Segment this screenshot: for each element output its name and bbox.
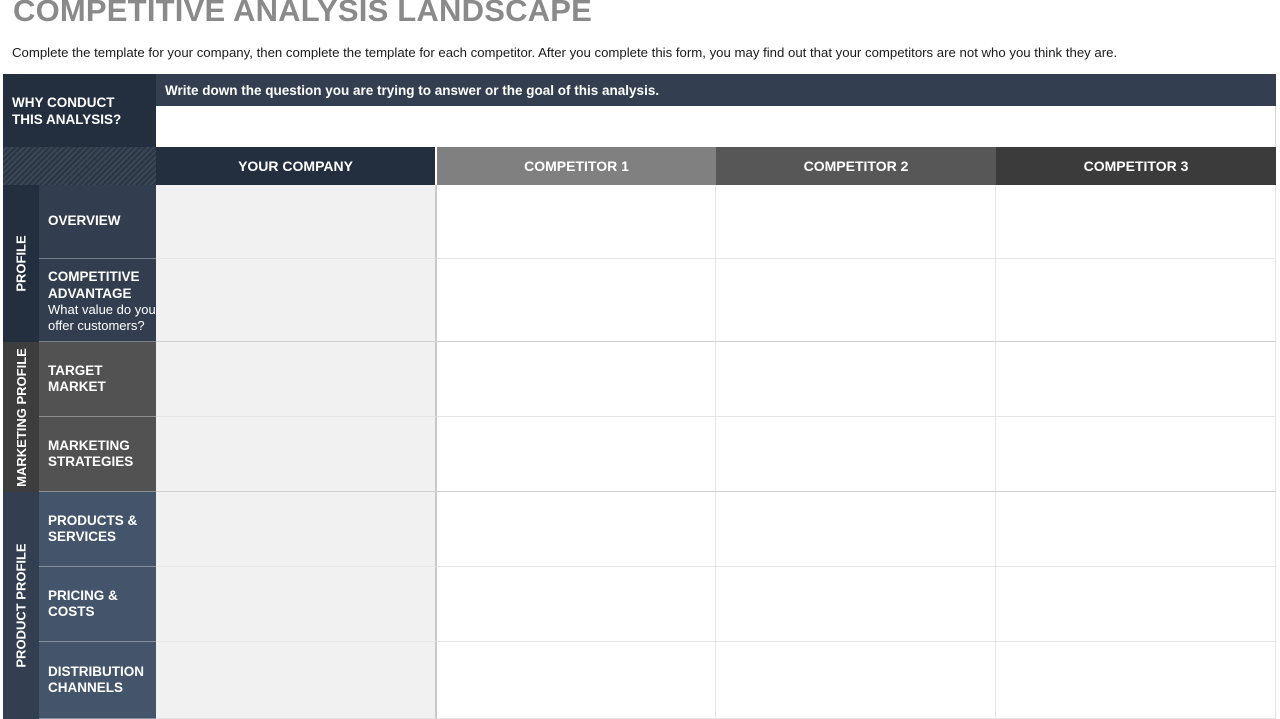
why-conduct-label: WHY CONDUCT THIS ANALYSIS? bbox=[3, 74, 156, 147]
cell-competitor-1-products-services[interactable] bbox=[437, 492, 716, 567]
cell-competitor-3-overview[interactable] bbox=[996, 185, 1276, 259]
cell-your-company-target-market[interactable] bbox=[156, 342, 437, 417]
why-conduct-answer-cell[interactable] bbox=[156, 106, 1276, 147]
cell-your-company-products-services[interactable] bbox=[156, 492, 437, 567]
cell-competitor-2-marketing-strategies[interactable] bbox=[716, 417, 996, 492]
header-corner-pattern bbox=[3, 147, 156, 185]
row-label-pricing-costs: PRICING & COSTS bbox=[39, 567, 156, 642]
cell-competitor-1-overview[interactable] bbox=[437, 185, 716, 259]
cell-competitor-1-competitive-advantage[interactable] bbox=[437, 259, 716, 342]
cell-competitor-2-competitive-advantage[interactable] bbox=[716, 259, 996, 342]
cell-your-company-pricing-costs[interactable] bbox=[156, 567, 437, 642]
row-label-distribution-channels-line1: DISTRIBUTION bbox=[48, 663, 144, 679]
row-label-products-services: PRODUCTS & SERVICES bbox=[39, 492, 156, 567]
row-label-products-services-line1: PRODUCTS & bbox=[48, 512, 138, 528]
row-label-target-market-line1: TARGET bbox=[48, 362, 103, 378]
cell-competitor-1-marketing-strategies[interactable] bbox=[437, 417, 716, 492]
row-label-marketing-strategies-line2: STRATEGIES bbox=[48, 454, 134, 469]
column-header-your-company: YOUR COMPANY bbox=[156, 147, 435, 185]
cell-competitor-3-pricing-costs[interactable] bbox=[996, 567, 1276, 642]
row-label-marketing-strategies: MARKETING STRATEGIES bbox=[39, 417, 156, 492]
row-label-products-services-line2: SERVICES bbox=[48, 529, 117, 544]
row-label-target-market: TARGET MARKET bbox=[39, 342, 156, 417]
cell-competitor-1-target-market[interactable] bbox=[437, 342, 716, 417]
row-label-distribution-channels-line2: CHANNELS bbox=[48, 680, 124, 695]
cell-your-company-overview[interactable] bbox=[156, 185, 437, 259]
section-label-product-text: PRODUCT PROFILE bbox=[13, 543, 29, 668]
cell-competitor-3-marketing-strategies[interactable] bbox=[996, 417, 1276, 492]
page-title: COMPETITIVE ANALYSIS LANDSCAPE bbox=[13, 0, 593, 28]
column-header-competitor-1: COMPETITOR 1 bbox=[437, 147, 716, 185]
section-label-marketing-text: MARKETING PROFILE bbox=[13, 347, 29, 487]
why-conduct-prompt: Write down the question you are trying t… bbox=[156, 74, 1276, 106]
row-label-distribution-channels: DISTRIBUTION CHANNELS bbox=[39, 642, 156, 719]
row-label-overview-text: OVERVIEW bbox=[48, 213, 121, 229]
cell-competitor-1-pricing-costs[interactable] bbox=[437, 567, 716, 642]
column-header-competitor-3: COMPETITOR 3 bbox=[996, 147, 1276, 185]
cell-your-company-distribution-channels[interactable] bbox=[156, 642, 437, 719]
row-label-competitive-advantage-line1: COMPETITIVE bbox=[48, 269, 140, 284]
cell-competitor-3-products-services[interactable] bbox=[996, 492, 1276, 567]
row-label-pricing-costs-line2: COSTS bbox=[48, 604, 95, 619]
section-label-profile: PROFILE bbox=[3, 185, 39, 342]
cell-your-company-marketing-strategies[interactable] bbox=[156, 417, 437, 492]
row-label-pricing-costs-line1: PRICING & bbox=[48, 587, 118, 603]
row-label-marketing-strategies-line1: MARKETING bbox=[48, 437, 130, 453]
cell-competitor-2-target-market[interactable] bbox=[716, 342, 996, 417]
row-label-target-market-line2: MARKET bbox=[48, 379, 106, 394]
cell-competitor-2-distribution-channels[interactable] bbox=[716, 642, 996, 719]
cell-your-company-competitive-advantage[interactable] bbox=[156, 259, 437, 342]
row-label-overview: OVERVIEW bbox=[39, 185, 156, 259]
section-label-marketing-profile: MARKETING PROFILE bbox=[3, 342, 39, 492]
why-conduct-label-line1: WHY CONDUCT bbox=[12, 95, 115, 110]
cell-competitor-3-target-market[interactable] bbox=[996, 342, 1276, 417]
cell-competitor-2-overview[interactable] bbox=[716, 185, 996, 259]
column-header-competitor-2: COMPETITOR 2 bbox=[716, 147, 996, 185]
cell-competitor-1-distribution-channels[interactable] bbox=[437, 642, 716, 719]
row-label-competitive-advantage-line2: ADVANTAGE bbox=[48, 285, 132, 301]
cell-competitor-2-pricing-costs[interactable] bbox=[716, 567, 996, 642]
cell-competitor-3-distribution-channels[interactable] bbox=[996, 642, 1276, 719]
section-label-profile-text: PROFILE bbox=[13, 235, 29, 292]
cell-competitor-2-products-services[interactable] bbox=[716, 492, 996, 567]
why-conduct-label-line2: THIS ANALYSIS? bbox=[12, 112, 122, 127]
page-instructions: Complete the template for your company, … bbox=[12, 45, 1118, 60]
row-label-competitive-advantage-note: What value do you offer customers? bbox=[48, 302, 156, 333]
cell-competitor-3-competitive-advantage[interactable] bbox=[996, 259, 1276, 342]
section-label-product-profile: PRODUCT PROFILE bbox=[3, 492, 39, 719]
row-label-competitive-advantage: COMPETITIVE ADVANTAGE What value do you … bbox=[39, 259, 156, 342]
